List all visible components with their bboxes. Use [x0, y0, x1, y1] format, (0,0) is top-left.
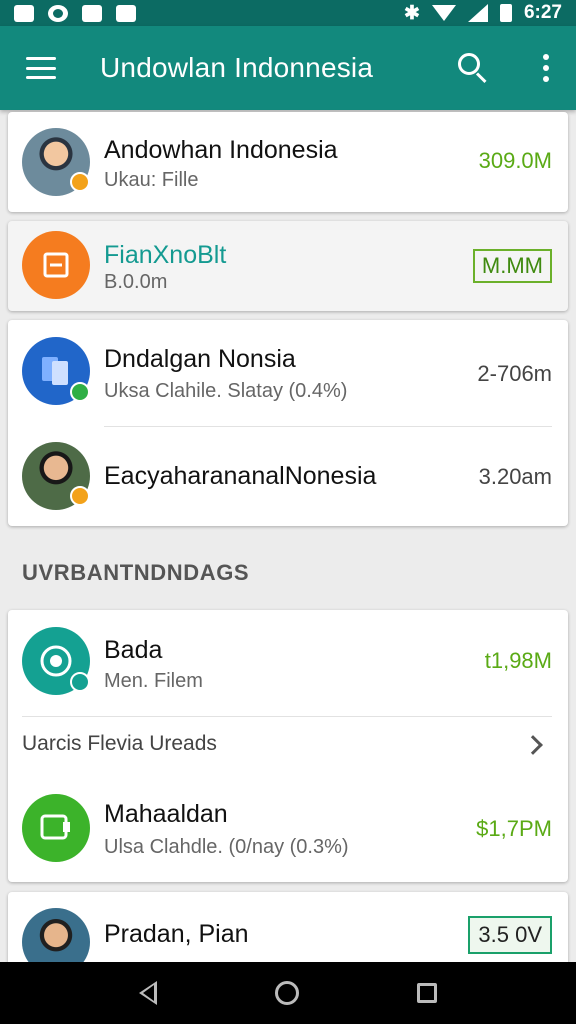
item-amount: 309.0M	[478, 148, 552, 173]
item-name: FianXnoBlt	[104, 241, 227, 269]
item-amount: 2-706m	[477, 361, 552, 386]
status-badge-icon	[70, 486, 90, 506]
item-amount: t1,98M	[484, 648, 552, 673]
list-card[interactable]: FianXnoBlt B.0.0m M.MM	[8, 221, 568, 311]
check-badge-icon	[70, 672, 90, 692]
chevron-right-icon	[523, 735, 543, 755]
section-header: UVRBANTNDNDAGS	[22, 560, 250, 585]
item-subtitle: B.0.0m	[104, 271, 168, 293]
item-amount: $1,7PM	[476, 816, 552, 841]
item-name: Mahaaldan	[104, 800, 228, 828]
navigation-bar	[0, 962, 576, 1024]
mail-icon	[14, 4, 34, 22]
item-subtitle: Uksa Clahile. Slatay (0.4%)	[104, 380, 348, 402]
home-icon[interactable]	[275, 981, 299, 1005]
app-title: Undowlan Indonnesia	[100, 52, 374, 83]
signal-icon	[467, 4, 488, 22]
list-item[interactable]: Bada Men. Filem t1,98M	[8, 610, 568, 716]
status-time: 6:27	[523, 2, 562, 23]
list-card[interactable]: Andowhan Indonesia Ukau: Fille 309.0M	[8, 112, 568, 212]
list-item[interactable]: Mahaaldan Ulsa Clahdle. (0/nay (0.3%) $1…	[8, 774, 568, 882]
battery-icon	[499, 4, 512, 22]
list-card: Bada Men. Filem t1,98M Uarcis Flevia Ure…	[8, 610, 568, 882]
item-subtitle: Men. Filem	[104, 670, 203, 692]
wifi-icon	[431, 5, 456, 21]
more-options-icon[interactable]	[542, 54, 550, 82]
list-card: Dndalgan Nonsia Uksa Clahile. Slatay (0.…	[8, 320, 568, 526]
item-amount-badge: 3.5 0V	[468, 916, 552, 954]
search-icon[interactable]	[456, 51, 490, 85]
list-item[interactable]: EacyaharananalNonesia 3.20am	[8, 426, 568, 526]
status-bar: ✱ 6:27	[0, 0, 576, 26]
menu-icon[interactable]	[26, 57, 56, 79]
circle-icon	[48, 4, 68, 22]
avatar	[22, 231, 90, 299]
check-badge-icon	[70, 382, 90, 402]
files-icon	[42, 357, 68, 385]
item-amount-badge: M.MM	[472, 249, 552, 283]
chat-icon	[40, 645, 72, 677]
link-label: Uarcis Flevia Ureads	[22, 732, 217, 755]
item-name: Andowhan Indonesia	[104, 136, 338, 164]
system-icons: ✱ 6:27	[404, 2, 562, 25]
item-amount: 3.20am	[478, 464, 552, 489]
item-subtitle: Ulsa Clahdle. (0/nay (0.3%)	[104, 836, 349, 858]
status-badge-icon	[70, 172, 90, 192]
item-name: Bada	[104, 636, 163, 664]
avatar	[22, 794, 90, 862]
image-icon	[82, 4, 102, 22]
app-bar: Undowlan Indonnesia	[0, 26, 576, 110]
link-row[interactable]: Uarcis Flevia Ureads	[8, 716, 568, 772]
bluetooth-icon: ✱	[404, 2, 420, 24]
notification-icons	[14, 4, 136, 22]
item-name: Dndalgan Nonsia	[104, 345, 296, 373]
item-name: Pradan, Pian	[104, 920, 249, 948]
item-name: EacyaharananalNonesia	[104, 462, 377, 490]
camera-icon	[116, 4, 136, 22]
document-icon	[43, 252, 69, 278]
item-subtitle: Ukau: Fille	[104, 169, 199, 191]
message-icon	[40, 814, 70, 840]
back-icon[interactable]	[139, 981, 157, 1005]
recent-apps-icon[interactable]	[417, 983, 437, 1003]
list-item[interactable]: Dndalgan Nonsia Uksa Clahile. Slatay (0.…	[8, 320, 568, 426]
